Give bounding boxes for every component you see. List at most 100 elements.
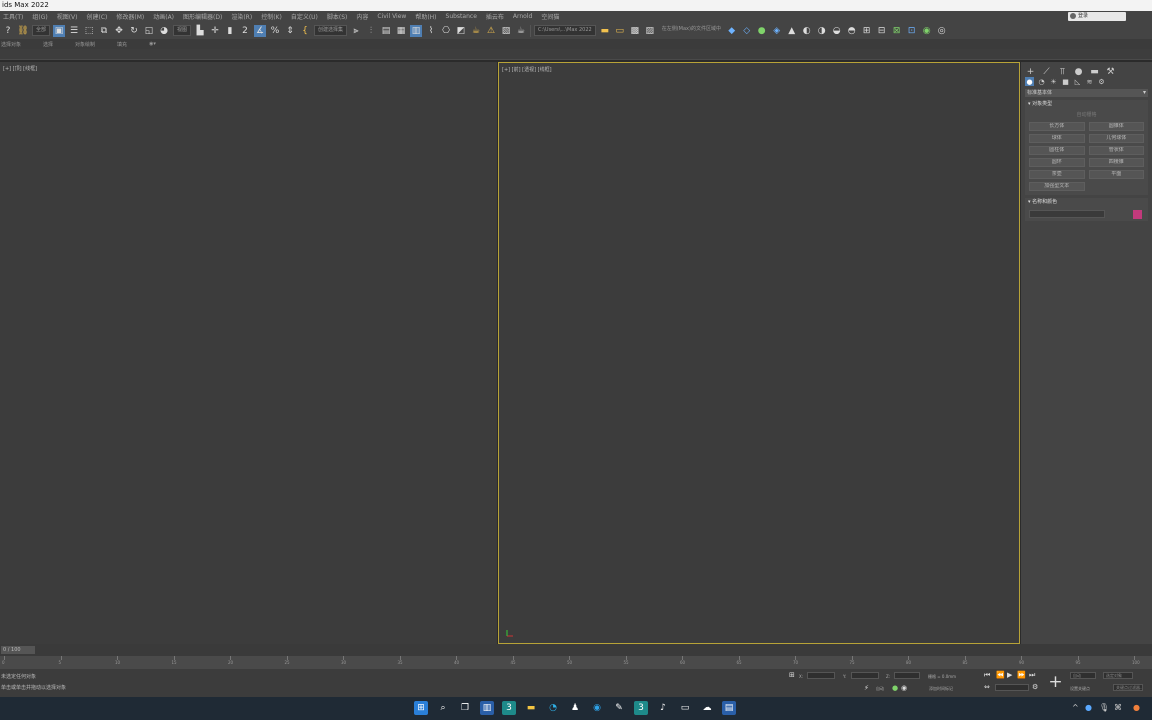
ribbon-tab-object-paint[interactable]: 对象绘制 <box>75 41 95 48</box>
cloud-icon[interactable]: ☁ <box>700 701 714 715</box>
time-tag-label[interactable]: 添加时间标记 <box>929 686 953 692</box>
menu-space-cat[interactable]: 空间猫 <box>541 12 559 21</box>
plugin-k-icon[interactable]: ⊟ <box>876 25 888 37</box>
tray-app-icon[interactable]: ● <box>1085 703 1092 712</box>
tube-button[interactable]: 管状体 <box>1088 146 1144 155</box>
box-button[interactable]: 长方体 <box>1029 122 1085 131</box>
shapes-icon[interactable]: ◔ <box>1037 77 1046 86</box>
keyboard-shortcut-icon[interactable]: ▮ <box>224 25 236 37</box>
play-icon[interactable]: ▶ <box>1007 671 1012 679</box>
select-by-name-icon[interactable]: ☰ <box>68 25 80 37</box>
mirror-icon[interactable]: ⫸ <box>350 25 362 37</box>
plugin-b-icon[interactable]: ◇ <box>741 25 753 37</box>
render-frame-icon[interactable]: ▧ <box>500 25 512 37</box>
menu-rendering[interactable]: 渲染(R) <box>231 12 252 21</box>
plugin-h-icon[interactable]: ◒ <box>831 25 843 37</box>
menu-animation[interactable]: 动画(A) <box>153 12 174 21</box>
menu-tools[interactable]: 工具(T) <box>3 12 23 21</box>
utilities-tab-icon[interactable]: ⚒ <box>1105 66 1116 77</box>
network-icon[interactable]: ⌘ <box>1114 703 1122 712</box>
rollout-header[interactable]: ▾ 对象类型 <box>1025 100 1148 109</box>
layer-explorer-icon[interactable]: ▦ <box>395 25 407 37</box>
ribbon-tab-populate[interactable]: 填充 <box>117 41 127 48</box>
geometry-icon[interactable]: ● <box>1025 77 1034 86</box>
plugin-j-icon[interactable]: ⊞ <box>861 25 873 37</box>
z-coord-field[interactable] <box>894 672 920 679</box>
pyramid-button[interactable]: 四棱锥 <box>1088 158 1144 167</box>
menu-content[interactable]: 内容 <box>356 12 368 21</box>
plane-button[interactable]: 平面 <box>1088 170 1144 179</box>
menu-plugin[interactable]: 插云布 <box>486 12 504 21</box>
menu-create[interactable]: 创建(C) <box>87 12 108 21</box>
category-dropdown[interactable]: 标准基本体 <box>1025 89 1148 97</box>
ref-coord-dropdown[interactable]: 视图 <box>173 25 192 36</box>
project-icon[interactable]: ▩ <box>629 25 641 37</box>
start-icon[interactable]: ⊞ <box>414 701 428 715</box>
angle-snap-icon[interactable]: ∡ <box>254 24 267 37</box>
spacewarps-icon[interactable]: ≋ <box>1085 77 1094 86</box>
selected-field[interactable]: 选定对象 <box>1103 672 1133 679</box>
workspace-path-dropdown[interactable]: C:\Users\...\Max 2022 <box>534 25 596 36</box>
systems-icon[interactable]: ⚙ <box>1097 77 1106 86</box>
archive-icon[interactable]: ▨ <box>644 25 656 37</box>
plugin-n-icon[interactable]: ◉ <box>921 25 933 37</box>
teapot-button[interactable]: 茶壶 <box>1029 170 1085 179</box>
helpers-icon[interactable]: ◺ <box>1073 77 1082 86</box>
plugin-l-icon[interactable]: ⊠ <box>891 25 903 37</box>
rotate-icon[interactable]: ↻ <box>128 25 140 37</box>
prev-frame-icon[interactable]: ⏪ <box>996 671 1005 679</box>
move-icon[interactable]: ✥ <box>113 25 125 37</box>
plugin-c-icon[interactable]: ● <box>756 25 768 37</box>
text-plus-button[interactable]: 加强型文本 <box>1029 182 1085 191</box>
plugin-a-icon[interactable]: ◆ <box>726 25 738 37</box>
browser-icon[interactable]: ◉ <box>590 701 604 715</box>
edge-icon[interactable]: ◔ <box>546 701 560 715</box>
widgets-icon[interactable]: ▥ <box>480 701 494 715</box>
menu-help[interactable]: 帮助(H) <box>415 12 436 21</box>
menu-customize[interactable]: 自定义(U) <box>291 12 318 21</box>
snap-2-5-icon[interactable]: 2 <box>239 25 251 37</box>
mic-icon[interactable]: 🎙 <box>1099 703 1109 712</box>
y-coord-field[interactable] <box>851 672 879 679</box>
scale-icon[interactable]: ◱ <box>143 25 155 37</box>
time-slider-thumb[interactable]: 0 / 100 <box>1 646 35 654</box>
signin-dropdown[interactable]: 登录 <box>1068 12 1126 21</box>
menu-graph-editors[interactable]: 图形编辑器(D) <box>183 12 222 21</box>
menu-views[interactable]: 视图(V) <box>57 12 78 21</box>
modify-tab-icon[interactable]: ⟋ <box>1041 66 1052 77</box>
plugin-e-icon[interactable]: ▲ <box>786 25 798 37</box>
pivot-icon[interactable]: ▙ <box>194 25 206 37</box>
tray-expand-icon[interactable]: ^ <box>1072 703 1079 712</box>
select-object-icon[interactable]: ▣ <box>53 24 66 37</box>
menu-group[interactable]: 组(G) <box>32 12 47 21</box>
search-icon[interactable]: ⌕ <box>436 701 450 715</box>
goto-end-icon[interactable]: ⏭ <box>1029 671 1035 680</box>
named-selection-dropdown[interactable]: 创建选择集 <box>314 25 348 36</box>
file-explorer-icon[interactable]: ▬ <box>524 701 538 715</box>
key-mode-icon[interactable]: ⇔ <box>984 683 990 691</box>
curve-editor-icon[interactable]: ⌇ <box>425 25 437 37</box>
link-icon[interactable]: ⛓ <box>17 25 29 37</box>
undo-dropdown[interactable]: 全部 <box>32 25 51 36</box>
current-frame-field[interactable] <box>995 684 1029 691</box>
plugin-g-icon[interactable]: ◑ <box>816 25 828 37</box>
setkey-label[interactable]: 设置关键点 <box>1070 686 1090 692</box>
autokey-mode-field[interactable]: 自动 <box>1070 672 1096 679</box>
x-coord-field[interactable] <box>807 672 835 679</box>
torus-button[interactable]: 圆环 <box>1029 158 1085 167</box>
lights-icon[interactable]: ☀ <box>1049 77 1058 86</box>
rollout-header[interactable]: ▾ 名称和颜色 <box>1025 198 1148 207</box>
viewport-label[interactable]: [+] [前] [透视] [线框] <box>502 66 552 73</box>
monitor-icon[interactable]: ▭ <box>678 701 692 715</box>
time-config-icon[interactable]: ⚙ <box>1032 683 1038 691</box>
3dsmax-second-icon[interactable]: 3 <box>634 701 648 715</box>
viewport-top[interactable]: [+] [顶] [线框] <box>0 62 497 644</box>
cameras-icon[interactable]: ■ <box>1061 77 1070 86</box>
notification-icon[interactable]: ● <box>1133 703 1140 712</box>
task-view-icon[interactable]: ❐ <box>458 701 472 715</box>
warning-icon[interactable]: ⚠ <box>485 25 497 37</box>
viewport-label[interactable]: [+] [顶] [线框] <box>3 65 37 72</box>
viewport-front-active[interactable]: [+] [前] [透视] [线框] <box>498 62 1020 644</box>
ribbon-tab-select-object[interactable]: 选择对象 <box>1 41 21 48</box>
ribbon-toggle-icon[interactable]: ▥ <box>410 24 423 37</box>
